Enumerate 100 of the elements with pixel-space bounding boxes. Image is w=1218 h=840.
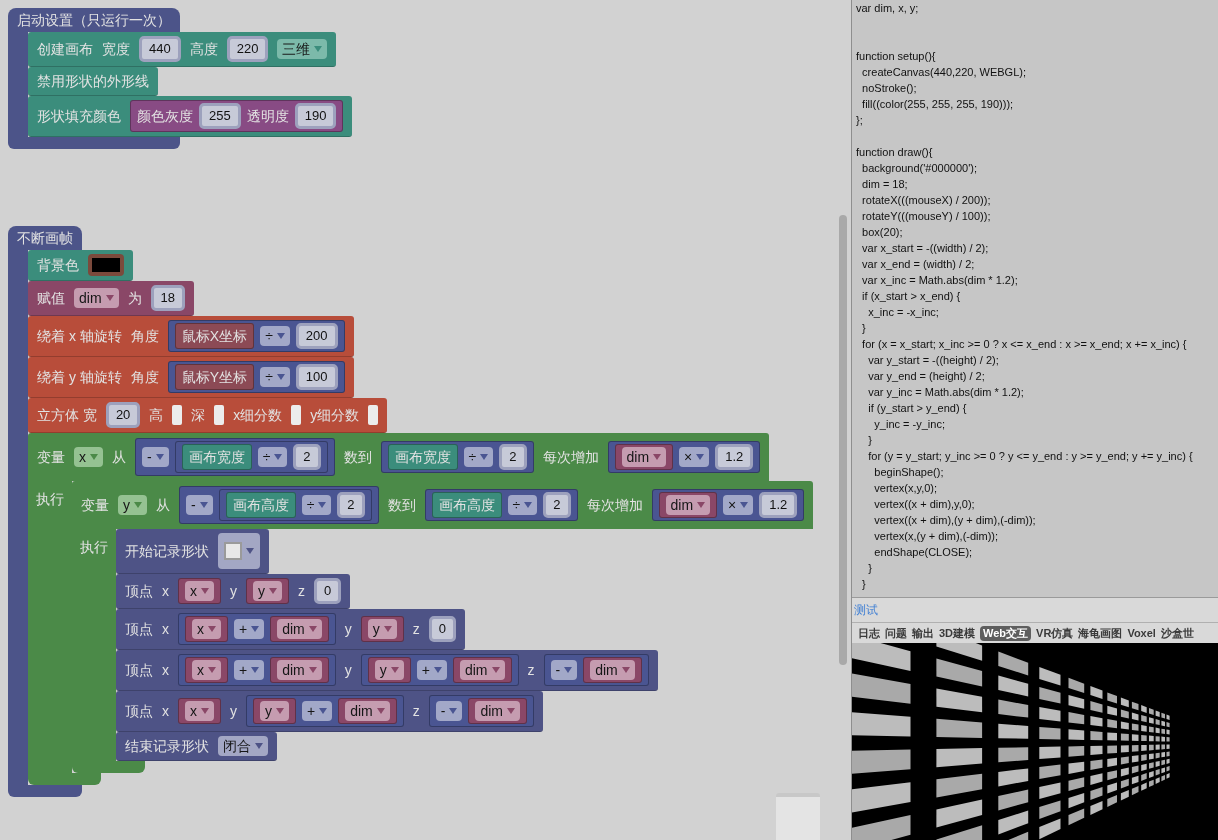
block-header[interactable]: 变量 x 从 - 画布宽度 ÷ 2 数到 画布宽度 ÷ 2 每次增加 dim × 1.2 [28, 433, 770, 481]
dropdown[interactable]: 闭合 [218, 736, 268, 756]
dropdown[interactable]: x [192, 619, 221, 639]
reporter-block[interactable]: dim [468, 698, 527, 724]
panel-tab[interactable]: Voxel [1127, 625, 1156, 641]
reporter-block[interactable]: y [253, 698, 296, 724]
statement-block[interactable]: 绕着 x 轴旋转 角度 鼠标X坐标 ÷ 200 [28, 316, 354, 357]
reporter-block[interactable]: 鼠标Y坐标 [174, 364, 255, 390]
hat-block-header[interactable]: 启动设置（只运行一次） [8, 8, 180, 32]
dropdown[interactable]: y [260, 701, 289, 721]
panel-tab[interactable]: VR仿真 [1036, 625, 1074, 641]
dropdown[interactable]: dim [590, 660, 635, 680]
reporter-block[interactable]: dim [452, 657, 512, 683]
reporter-block[interactable]: y [367, 657, 411, 683]
number-field[interactable]: 20 [105, 402, 141, 428]
number-field[interactable]: 200 [295, 323, 338, 349]
dropdown[interactable]: ÷ [301, 495, 332, 515]
panel-tab[interactable]: Web交互 [980, 625, 1032, 641]
dropdown[interactable]: 三维 [277, 39, 328, 59]
number-field[interactable]: 2 [337, 492, 365, 518]
number-field[interactable]: 1.2 [759, 492, 798, 518]
dropdown[interactable]: x [192, 660, 221, 680]
dropdown[interactable]: × [723, 495, 754, 515]
dropdown[interactable]: dim [277, 619, 322, 639]
dropdown[interactable]: dim [74, 288, 119, 308]
statement-block[interactable]: 赋值 dim 为 18 [28, 281, 195, 316]
panel-tab[interactable]: 海龟画图 [1078, 625, 1123, 641]
reporter-block[interactable]: y [360, 616, 404, 642]
number-field[interactable]: 0 [314, 578, 342, 604]
panel-tab[interactable]: 输出 [912, 625, 934, 641]
panel-tab[interactable]: 3D建模 [939, 625, 976, 641]
reporter-block[interactable]: - 画布高度 ÷ 2 [179, 486, 379, 524]
dropdown[interactable]: - [186, 495, 213, 515]
scrollbar[interactable] [839, 215, 847, 665]
number-field[interactable]: 1.2 [715, 444, 754, 470]
statement-block[interactable]: 顶点 x x y y z 0 [116, 574, 351, 609]
reporter-block[interactable]: - dim [428, 695, 534, 727]
reporter-block[interactable]: x [178, 578, 221, 604]
dropdown[interactable]: x [74, 447, 103, 467]
statement-block[interactable]: 立方体 宽 20 高 深 x细分数 y细分数 [28, 398, 388, 433]
reporter-block[interactable]: dim [338, 698, 397, 724]
reporter-block[interactable]: x [185, 657, 228, 683]
reporter-block[interactable]: x [178, 698, 221, 724]
dropdown[interactable]: - [435, 701, 463, 721]
reporter-block[interactable]: dim [270, 657, 329, 683]
dropdown[interactable]: y [118, 495, 147, 515]
statement-block[interactable]: 顶点 x x + dim y y + dim z - dim [116, 650, 658, 691]
reporter-block[interactable]: dim × 1.2 [607, 441, 761, 473]
number-field[interactable]: 2 [543, 492, 571, 518]
dropdown[interactable]: y [374, 660, 404, 680]
hat-block-header[interactable]: 不断画帧 [8, 226, 82, 250]
reporter-block[interactable]: y + dim [246, 695, 404, 727]
reporter-block[interactable]: y + dim [360, 654, 519, 686]
dropdown[interactable]: dim [345, 701, 390, 721]
reporter-block[interactable]: 鼠标Y坐标 ÷ 100 [167, 361, 345, 393]
dropdown[interactable]: dim [475, 701, 520, 721]
reporter-block[interactable]: dim [658, 492, 718, 518]
dropdown[interactable]: - [142, 447, 169, 467]
dropdown[interactable]: dim [621, 447, 667, 467]
reporter-block[interactable]: 鼠标X坐标 ÷ 200 [167, 320, 345, 352]
number-field[interactable]: 18 [150, 285, 186, 311]
reporter-block[interactable]: dim [583, 657, 642, 683]
dropdown[interactable]: + [234, 660, 265, 680]
dropdown[interactable]: y [253, 581, 282, 601]
dropdown[interactable]: ÷ [260, 326, 290, 346]
dropdown[interactable]: ÷ [463, 447, 494, 467]
shape-dropdown[interactable] [218, 533, 260, 569]
number-field[interactable]: 220 [226, 36, 269, 62]
reporter-block[interactable]: y [246, 578, 289, 604]
reporter-block[interactable]: 画布高度 ÷ 2 [218, 489, 372, 521]
block-header[interactable]: 变量 y 从 - 画布高度 ÷ 2 数到 画布高度 ÷ 2 每次增加 dim × 1.2 [72, 481, 814, 529]
panel-tab[interactable]: 日志 [858, 625, 880, 641]
number-field[interactable]: 100 [295, 364, 338, 390]
statement-block[interactable]: 创建画布 宽度 440 高度 220 三维 [28, 32, 337, 67]
reporter-block[interactable]: dim [270, 616, 329, 642]
panel-tab[interactable]: 问题 [885, 625, 907, 641]
color-swatch[interactable] [88, 254, 124, 276]
number-field[interactable]: 2 [499, 444, 527, 470]
number-field[interactable]: 190 [294, 103, 337, 129]
reporter-block[interactable]: 画布高度 ÷ 2 [424, 489, 578, 521]
number-field[interactable]: 440 [139, 36, 181, 62]
dropdown[interactable]: ÷ [260, 367, 290, 387]
reporter-block[interactable]: 画布宽度 ÷ 2 [174, 441, 328, 473]
statement-block[interactable]: 开始记录形状 [116, 529, 269, 574]
dropdown[interactable]: + [234, 619, 265, 639]
panel-tab[interactable]: 沙盒世 [1160, 625, 1194, 641]
reporter-block[interactable]: 画布宽度 ÷ 2 [380, 441, 534, 473]
reporter-block[interactable]: - 画布宽度 ÷ 2 [135, 438, 335, 476]
statement-block[interactable]: 顶点 x x y y + dim z - dim [116, 691, 543, 732]
dropdown[interactable]: ÷ [507, 495, 538, 515]
statement-block[interactable]: 顶点 x x + dim y y z 0 [116, 609, 465, 650]
dropdown[interactable]: × [679, 447, 710, 467]
number-field[interactable]: 255 [199, 103, 241, 129]
dropdown[interactable]: y [367, 619, 397, 639]
dropdown[interactable]: + [302, 701, 333, 721]
dropdown[interactable]: + [416, 660, 447, 680]
statement-block[interactable]: 结束记录形状 闭合 [116, 732, 277, 761]
dropdown[interactable]: dim [277, 660, 322, 680]
dropdown[interactable]: x [185, 581, 214, 601]
dropdown[interactable]: x [185, 701, 214, 721]
